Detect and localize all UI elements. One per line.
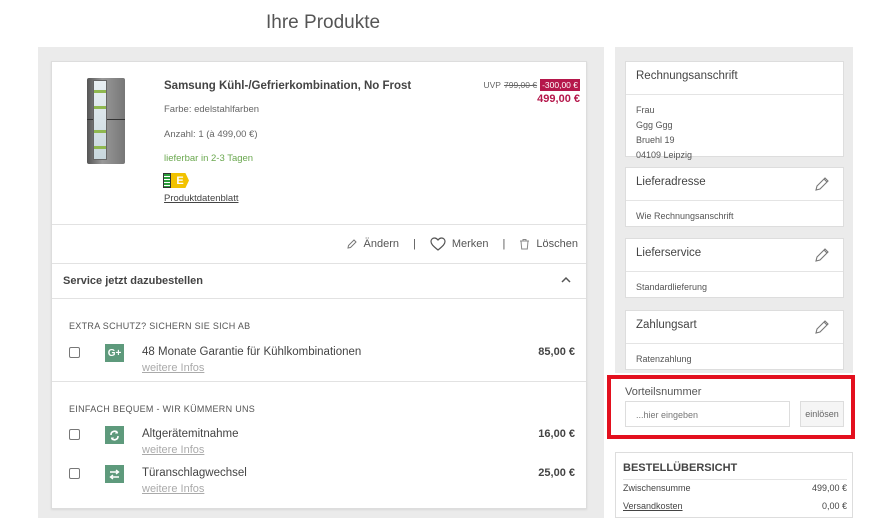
service-item: G+ 48 Monate Garantie für Kühlkombinatio…: [69, 344, 575, 374]
product-card: Samsung Kühl-/Gefrierkombination, No Fro…: [51, 61, 587, 509]
action-separator: |: [502, 238, 506, 250]
remember-label: Merken: [451, 238, 489, 250]
edit-payment-pencil-icon[interactable]: [814, 319, 830, 335]
service-item: Altgerätemitnahme weitere Infos 16,00 €: [69, 426, 575, 456]
door-swap-icon: [105, 465, 124, 483]
delete-label: Löschen: [536, 238, 578, 250]
service-info-link[interactable]: weitere Infos: [142, 444, 204, 456]
edit-label: Ändern: [363, 238, 399, 250]
divider: [52, 298, 586, 299]
service-info-link[interactable]: weitere Infos: [142, 362, 204, 374]
divider: [52, 224, 586, 225]
product-actions: Ändern | Merken | Löschen: [346, 237, 578, 251]
delivery-header: Lieferservice: [626, 239, 843, 272]
services-header[interactable]: Service jetzt dazubestellen: [63, 275, 203, 287]
service-checkbox[interactable]: [69, 468, 80, 479]
delivery-value: Standardlieferung: [636, 282, 708, 292]
product-color: Farbe: edelstahlfarben: [164, 104, 260, 115]
product-availability: lieferbar in 2-3 Tagen: [164, 153, 254, 164]
billing-address: Frau Ggg Ggg Bruehl 19 04109 Leipzig: [626, 95, 843, 171]
heart-icon: [430, 237, 446, 251]
service-price: 25,00 €: [538, 467, 575, 479]
shipping-title: Lieferadresse: [636, 176, 706, 188]
redeem-button[interactable]: einlösen: [800, 401, 844, 427]
voucher-label: Vorteilsnummer: [625, 386, 702, 398]
subtotal-row: Zwischensumme 499,00 €: [623, 483, 847, 493]
uvp-price: 799,00 €: [503, 80, 538, 90]
service-name: Türanschlagwechsel: [142, 467, 247, 479]
shipping-cost-value: 0,00 €: [821, 501, 847, 511]
service-name: 48 Monate Garantie für Kühlkombinationen: [142, 346, 362, 358]
subtotal-label: Zwischensumme: [623, 483, 691, 493]
discount-badge: -300,00 €: [540, 79, 580, 91]
payment-title: Zahlungsart: [636, 319, 697, 331]
divider: [52, 381, 586, 382]
service-price: 85,00 €: [538, 346, 575, 358]
shipping-value: Wie Rechnungsanschrift: [636, 211, 734, 221]
chevron-up-icon[interactable]: [560, 274, 572, 286]
trash-icon: [520, 239, 530, 250]
product-quantity: Anzahl: 1 (à 499,00 €): [164, 129, 258, 140]
voucher-section: Vorteilsnummer ...hier eingeben einlösen: [607, 375, 855, 439]
edit-button[interactable]: Ändern: [346, 238, 399, 250]
delivery-service-box: Lieferservice Standardlieferung: [625, 238, 844, 298]
billing-title: Rechnungsanschrift: [626, 62, 843, 95]
summary-title: BESTELLÜBERSICHT: [623, 462, 738, 474]
shipping-cost-row: Versandkosten 0,00 €: [623, 501, 847, 511]
order-summary: BESTELLÜBERSICHT Zwischensumme 499,00 € …: [615, 452, 853, 518]
warranty-icon: G+: [105, 344, 124, 362]
remember-button[interactable]: Merken: [430, 237, 489, 251]
shipping-address-box: Lieferadresse Wie Rechnungsanschrift: [625, 167, 844, 227]
product-image[interactable]: [87, 78, 127, 164]
payment-value: Ratenzahlung: [636, 354, 692, 364]
recycle-icon: [105, 426, 124, 444]
shipping-header: Lieferadresse: [626, 168, 843, 201]
billing-line: Ggg Ggg: [636, 120, 673, 130]
subtotal-value: 499,00 €: [811, 483, 847, 493]
edit-shipping-pencil-icon[interactable]: [814, 176, 830, 192]
divider: [623, 479, 847, 480]
payment-header: Zahlungsart: [626, 311, 843, 344]
action-separator: |: [413, 238, 416, 250]
service-item: Türanschlagwechsel weitere Infos 25,00 €: [69, 465, 575, 495]
shipping-cost-link[interactable]: Versandkosten: [623, 501, 683, 511]
voucher-input[interactable]: ...hier eingeben: [625, 401, 790, 427]
datasheet-link[interactable]: Produktdatenblatt: [164, 193, 238, 204]
delivery-title: Lieferservice: [636, 247, 702, 259]
energy-label-icon[interactable]: E: [163, 173, 189, 188]
pencil-icon: [346, 239, 357, 249]
service-info-link[interactable]: weitere Infos: [142, 483, 204, 495]
service-name: Altgerätemitnahme: [142, 428, 239, 440]
product-name[interactable]: Samsung Kühl-/Gefrierkombination, No Fro…: [164, 80, 411, 92]
billing-line: 04109 Leipzig: [636, 150, 693, 160]
delete-button[interactable]: Löschen: [519, 238, 578, 250]
edit-delivery-pencil-icon[interactable]: [814, 247, 830, 263]
billing-line: Frau: [636, 105, 655, 115]
payment-box: Zahlungsart Ratenzahlung: [625, 310, 844, 370]
service-category-title: EINFACH BEQUEM - WIR KÜMMERN UNS: [69, 404, 256, 414]
uvp-label: UVP: [483, 80, 501, 90]
billing-address-box: Rechnungsanschrift Frau Ggg Ggg Bruehl 1…: [625, 61, 844, 160]
product-price: 499,00 €: [537, 93, 580, 105]
service-price: 16,00 €: [538, 428, 575, 440]
energy-class: E: [171, 173, 189, 188]
divider: [52, 263, 586, 264]
uvp-row: UVP 799,00 € -300,00 €: [483, 79, 580, 91]
service-checkbox[interactable]: [69, 347, 80, 358]
service-checkbox[interactable]: [69, 429, 80, 440]
page-title: Ihre Produkte: [266, 12, 381, 33]
billing-line: Bruehl 19: [636, 135, 675, 145]
service-category-title: EXTRA SCHUTZ? SICHERN SIE SICH AB: [69, 321, 251, 331]
